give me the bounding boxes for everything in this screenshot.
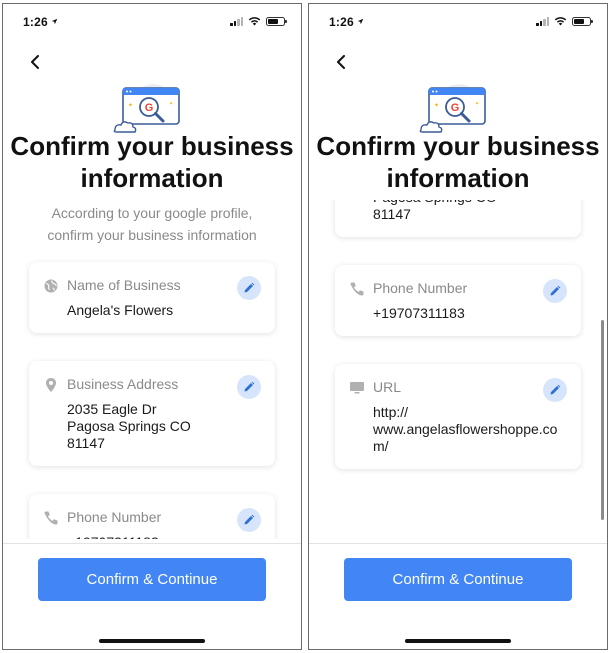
monitor-icon	[350, 382, 364, 394]
battery-icon	[572, 16, 593, 26]
back-button[interactable]	[329, 50, 353, 74]
business-info-scroll-area[interactable]: Business Address 2035 Eagle Dr Pagosa Sp…	[309, 200, 607, 539]
chevron-left-icon	[31, 55, 39, 69]
pencil-icon	[244, 282, 255, 293]
edit-phone-number-button[interactable]	[543, 279, 567, 303]
phone-icon	[350, 282, 364, 296]
page-title: Confirm your business information	[316, 131, 600, 193]
status-bar: 1:26	[309, 4, 607, 38]
location-arrow-icon	[51, 18, 58, 25]
cellular-signal-icon	[536, 16, 549, 26]
pencil-icon	[550, 285, 561, 296]
url-card: URL http:// www.angelasflowershoppe.com/	[335, 364, 581, 469]
pencil-icon	[550, 384, 561, 395]
subtitle: According to your google profile, confir…	[47, 205, 257, 243]
edit-url-button[interactable]	[543, 378, 567, 402]
svg-text:G: G	[145, 102, 154, 114]
field-label: Business Address	[67, 376, 179, 392]
phone-icon	[44, 511, 58, 525]
status-time: 1:26	[23, 15, 58, 29]
wifi-icon	[554, 17, 567, 26]
edit-business-address-button[interactable]	[237, 375, 261, 399]
phone-screen-left: 1:26 ✦ ✦ G Confirm your business informa…	[2, 3, 302, 650]
pencil-icon	[244, 381, 255, 392]
field-label: Phone Number	[373, 280, 468, 296]
business-info-scroll-area[interactable]: According to your google profile, confir…	[3, 200, 301, 539]
svg-text:✦: ✦	[128, 102, 133, 109]
pencil-icon	[244, 514, 255, 525]
field-label: URL	[373, 379, 402, 395]
field-value: http:// www.angelasflowershoppe.com/	[373, 404, 558, 454]
field-value: Angela's Flowers	[67, 302, 174, 318]
svg-text:✦: ✦	[169, 101, 173, 107]
status-bar: 1:26	[3, 4, 301, 38]
field-value: 2035 Eagle Dr Pagosa Springs CO 81147	[373, 200, 497, 222]
status-time: 1:26	[329, 15, 364, 29]
business-address-card: Business Address 2035 Eagle Dr Pagosa Sp…	[29, 361, 275, 466]
business-name-card: Name of Business Angela's Flowers	[29, 262, 275, 333]
footer: Confirm & Continue	[309, 544, 607, 649]
home-indicator[interactable]	[405, 639, 511, 643]
field-label: Phone Number	[67, 509, 162, 525]
field-value: 2035 Eagle Dr Pagosa Springs CO 81147	[67, 401, 191, 451]
cellular-signal-icon	[230, 16, 243, 26]
battery-icon	[266, 16, 287, 26]
svg-text:✦: ✦	[475, 101, 479, 107]
location-arrow-icon	[357, 18, 364, 25]
business-address-card: Business Address 2035 Eagle Dr Pagosa Sp…	[335, 200, 581, 237]
phone-screen-right: 1:26 ✦ ✦ G Confirm your business informa…	[308, 3, 608, 650]
edit-phone-number-button[interactable]	[237, 508, 261, 532]
phone-number-card: Phone Number +19707311183	[29, 494, 275, 539]
wifi-icon	[248, 17, 261, 26]
home-indicator[interactable]	[99, 639, 205, 643]
field-label: Name of Business	[67, 277, 181, 293]
chevron-left-icon	[337, 55, 345, 69]
field-value: +19707311183	[67, 534, 259, 539]
page-title: Confirm your business information	[10, 131, 294, 193]
field-value: +19707311183	[373, 305, 465, 321]
footer: Confirm & Continue	[3, 544, 301, 649]
edit-business-name-button[interactable]	[237, 276, 261, 300]
back-button[interactable]	[23, 50, 47, 74]
scrollbar[interactable]	[601, 320, 604, 520]
phone-number-card: Phone Number +19707311183	[335, 265, 581, 336]
svg-text:✦: ✦	[434, 102, 439, 109]
svg-text:G: G	[451, 102, 460, 114]
globe-icon	[44, 279, 58, 293]
location-pin-icon	[46, 378, 56, 392]
confirm-continue-button[interactable]: Confirm & Continue	[38, 558, 266, 601]
confirm-continue-button[interactable]: Confirm & Continue	[344, 558, 572, 601]
